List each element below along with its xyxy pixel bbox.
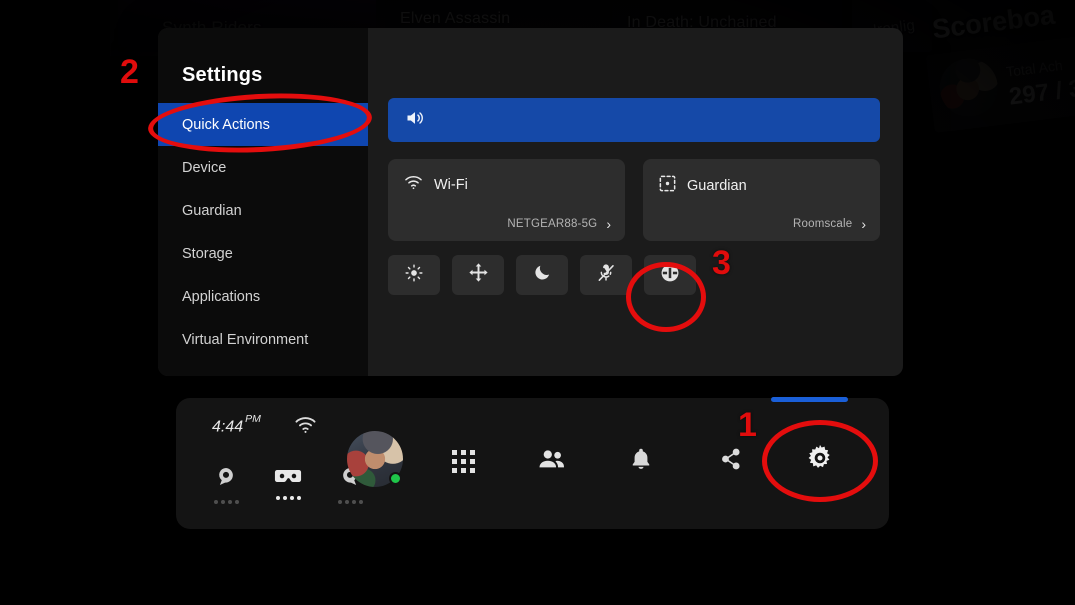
- settings-nav-list: Quick Actions Device Guardian Storage Ap…: [158, 103, 368, 376]
- background-edge-bottom: [0, 535, 1075, 605]
- share-icon: [720, 447, 742, 476]
- shelf-card-title: Elven Assassin: [400, 10, 511, 27]
- share-button[interactable]: [712, 442, 750, 480]
- clock-meridiem: PM: [245, 413, 261, 425]
- wifi-tile-status: NETGEAR88-5G ›: [507, 217, 611, 231]
- headset-status[interactable]: [266, 466, 310, 504]
- wifi-tile[interactable]: Wi-Fi NETGEAR88-5G ›: [388, 159, 625, 241]
- sidebar-item-guardian[interactable]: Guardian: [158, 189, 368, 232]
- scoreboard-card: Total Ach 297 / 3: [925, 32, 1075, 133]
- sidebar-item-label: Experimental Features: [182, 375, 328, 377]
- scoreboard-stat-value: 297 / 3: [1007, 74, 1075, 111]
- scoreboard-title: Scoreboa: [930, 0, 1057, 45]
- reposition-icon: [468, 262, 489, 288]
- mic-muted-icon: [596, 263, 616, 288]
- page-title: Settings: [182, 64, 263, 86]
- sidebar-item-experimental-features[interactable]: Experimental Features: [158, 361, 368, 377]
- left-controller-status[interactable]: [204, 466, 248, 504]
- wifi-network-name: NETGEAR88-5G: [507, 218, 598, 230]
- scoreboard-avatar: [936, 55, 1002, 120]
- reposition-button[interactable]: [452, 255, 504, 295]
- guardian-mode-value: Roomscale: [793, 218, 853, 230]
- volume-slider[interactable]: [388, 98, 880, 142]
- sidebar-item-label: Device: [182, 159, 227, 176]
- avatar[interactable]: [347, 431, 403, 487]
- moon-icon: [533, 263, 552, 287]
- apps-button[interactable]: [444, 442, 482, 480]
- sidebar-item-label: Guardian: [182, 202, 242, 219]
- guardian-tile-label: Guardian: [687, 178, 747, 194]
- clock-time: 4:44: [212, 418, 244, 436]
- scoreboard-stat-label: Total Ach: [1005, 56, 1064, 80]
- quick-action-buttons: [388, 255, 696, 295]
- wifi-status-icon: [294, 416, 317, 439]
- sidebar-item-label: Quick Actions: [182, 116, 270, 133]
- apps-grid-icon: [451, 449, 475, 473]
- battery-dots: [213, 500, 239, 504]
- settings-sidebar: Settings Quick Actions Device Guardian S…: [158, 28, 368, 376]
- scoreboard-widget[interactable]: Scoreboa Total Ach 297 / 3: [918, 0, 1075, 153]
- headset-icon: [274, 466, 302, 491]
- sidebar-item-device[interactable]: Device: [158, 146, 368, 189]
- sidebar-item-label: Applications: [182, 288, 261, 305]
- brightness-button[interactable]: [388, 255, 440, 295]
- people-icon: [538, 448, 566, 475]
- clock: 4:44 PM: [212, 413, 261, 436]
- night-mode-button[interactable]: [516, 255, 568, 295]
- settings-gear-button[interactable]: [800, 440, 840, 480]
- active-app-indicator: [771, 397, 848, 402]
- annotation-step-1: 1: [738, 406, 757, 444]
- background-edge-left: [0, 0, 110, 605]
- sidebar-item-quick-actions[interactable]: Quick Actions: [158, 103, 368, 146]
- passthrough-icon: [659, 262, 681, 289]
- quick-actions-content: Wi-Fi NETGEAR88-5G › Guardian Roomscale …: [368, 28, 903, 376]
- sidebar-item-virtual-environment[interactable]: Virtual Environment: [158, 318, 368, 361]
- chevron-right-icon: ›: [861, 216, 866, 232]
- chevron-right-icon: ›: [606, 216, 611, 232]
- sidebar-item-applications[interactable]: Applications: [158, 275, 368, 318]
- battery-dots: [337, 500, 363, 504]
- wifi-icon: [404, 175, 423, 195]
- wifi-tile-label: Wi-Fi: [434, 177, 468, 193]
- volume-up-icon: [404, 108, 426, 133]
- mic-mute-button[interactable]: [580, 255, 632, 295]
- brightness-icon: [404, 263, 424, 288]
- notifications-button[interactable]: [622, 442, 660, 480]
- bell-icon: [630, 447, 652, 476]
- battery-dots: [275, 496, 301, 500]
- sidebar-item-label: Virtual Environment: [182, 331, 309, 348]
- controller-left-icon: [214, 466, 238, 495]
- sidebar-item-storage[interactable]: Storage: [158, 232, 368, 275]
- gear-icon: [806, 444, 834, 477]
- passthrough-button[interactable]: [644, 255, 696, 295]
- guardian-icon: [659, 175, 676, 197]
- online-status-dot: [389, 472, 402, 485]
- guardian-tile-status: Roomscale ›: [793, 217, 866, 231]
- guardian-tile-header: Guardian: [659, 175, 747, 197]
- device-battery-group: [204, 466, 372, 504]
- people-button[interactable]: [533, 442, 571, 480]
- screenshot-root: Synth Riders Elven Assassin Game | Shoot…: [0, 0, 1075, 605]
- sidebar-item-label: Storage: [182, 245, 233, 262]
- quick-action-tiles: Wi-Fi NETGEAR88-5G › Guardian Roomscale …: [388, 159, 880, 241]
- annotation-step-3: 3: [712, 244, 731, 282]
- settings-panel: Settings Quick Actions Device Guardian S…: [158, 28, 903, 376]
- wifi-tile-header: Wi-Fi: [404, 175, 468, 195]
- annotation-step-2: 2: [120, 53, 139, 91]
- guardian-tile[interactable]: Guardian Roomscale ›: [643, 159, 880, 241]
